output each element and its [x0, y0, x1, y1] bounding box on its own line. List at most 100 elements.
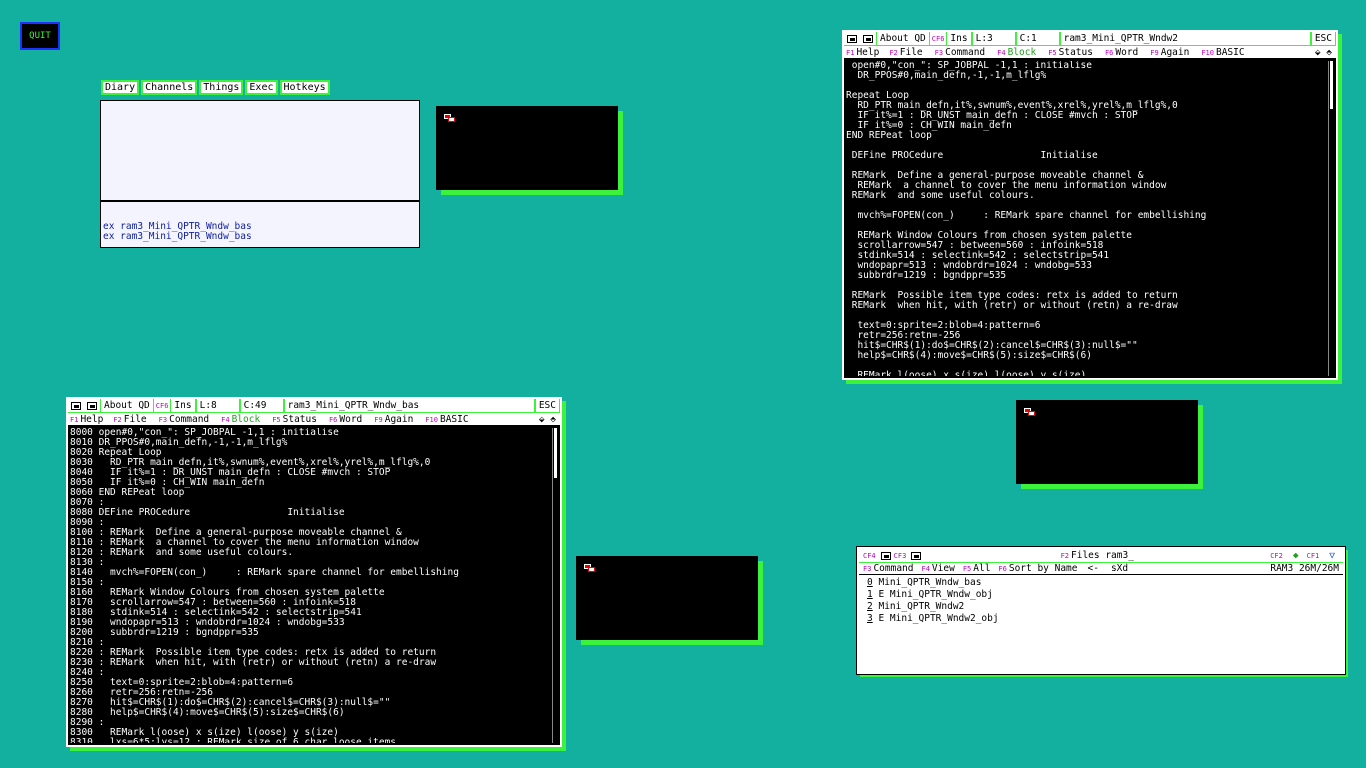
- editor-window[interactable]: About QD CF6 Ins L:8 C:49 ram3_Mini_QPTR…: [66, 397, 562, 747]
- down-arrow-icon[interactable]: ▽: [1329, 550, 1335, 561]
- scroll-arrows-icon[interactable]: ⬙ ⬘: [539, 414, 556, 425]
- code-line: help$=CHR$(4):move$=CHR$(5):size$=CHR$(6…: [846, 350, 1092, 361]
- code-line: subbrdr=1219 : bgndppr=535: [846, 270, 1007, 281]
- code-line: REMark when hit, with (retr) or without …: [846, 300, 1178, 311]
- window-icon[interactable]: [444, 114, 456, 123]
- quit-button[interactable]: QUIT: [20, 22, 60, 50]
- scrollbar[interactable]: [552, 428, 558, 743]
- code-line: 8140 mvch%=FOPEN(con_) : REMark spare ch…: [70, 567, 459, 578]
- window-icon[interactable]: [1024, 408, 1036, 417]
- channel-window[interactable]: [436, 106, 618, 190]
- resize-window-icon[interactable]: [863, 34, 873, 43]
- editor-window[interactable]: About QD CF6 Ins L:3 C:1 ram3_Mini_QPTR_…: [842, 30, 1338, 380]
- file-name: ram3_Mini_QPTR_Wndw_bas: [283, 399, 535, 412]
- scroll-thumb[interactable]: [554, 428, 557, 478]
- menu-item-status[interactable]: F5 Status: [1048, 47, 1093, 58]
- column-indicator: C:49: [239, 399, 284, 412]
- code-line: 8280 help$=CHR$(4):move$=CHR$(5):size$=C…: [70, 707, 345, 718]
- code-line: 8060 END REPeat loop: [70, 487, 185, 498]
- files-menu-sort-by-name[interactable]: F6 Sort by Name: [998, 563, 1077, 574]
- file-item[interactable]: 0 Mini_QPTR_Wndw_bas: [867, 577, 1335, 589]
- cf1-key: CF1: [1306, 551, 1320, 560]
- menu-things[interactable]: Things: [199, 80, 244, 95]
- resize-window-icon[interactable]: [911, 551, 922, 560]
- channel-window[interactable]: [1016, 400, 1198, 484]
- info-divider: [101, 200, 419, 202]
- menu-item-again[interactable]: F9 Again: [1150, 47, 1189, 58]
- menu-item-file[interactable]: F2 File: [113, 414, 146, 425]
- code-line: 8310 lxs=6*5:lys=12 : REMark size of 6 c…: [70, 737, 397, 744]
- menu-item-help[interactable]: F1 Help: [846, 47, 879, 58]
- code-line: 8200 subbrdr=1219 : bgndppr=535: [70, 627, 259, 638]
- resize-window-icon[interactable]: [87, 401, 97, 410]
- file-item[interactable]: 1 E Mini_QPTR_Wndw_obj: [867, 589, 1335, 601]
- leaf-icon[interactable]: ◆: [1293, 550, 1299, 561]
- cf6-key: CF6: [155, 401, 169, 410]
- cf3-key: CF3: [893, 551, 907, 560]
- code-line: END REPeat loop: [846, 130, 932, 141]
- menu-exec[interactable]: Exec: [245, 80, 278, 95]
- menu-item-again[interactable]: F9 Again: [374, 414, 413, 425]
- insert-mode[interactable]: Ins: [946, 32, 972, 45]
- move-window-icon[interactable]: [71, 401, 81, 410]
- files-menu: F3 Command F4 View F5 All F6 Sort by Name <- sXd R…: [859, 563, 1343, 575]
- info-line: ex ram3_Mini_QPTR_Wndw_bas: [103, 231, 252, 242]
- sxd-button[interactable]: sXd: [1111, 563, 1128, 574]
- files-menu-view[interactable]: F4 View: [921, 563, 954, 574]
- cf2-key: CF2: [1270, 551, 1283, 560]
- line-indicator: L:3: [971, 32, 1016, 45]
- file-item[interactable]: 2 Mini_QPTR_Wndw2: [867, 601, 1335, 613]
- editor-menu: F1 Help F2 File F3 Command F4 Block F5 Status F6 Wo…: [68, 412, 560, 425]
- scroll-thumb[interactable]: [1330, 61, 1333, 109]
- menu-item-status[interactable]: F5 Status: [272, 414, 317, 425]
- menu-channels[interactable]: Channels: [141, 80, 198, 95]
- menu-item-word[interactable]: F6 Word: [329, 414, 362, 425]
- files-title: F2 Files ram3_: [924, 550, 1270, 561]
- menu-diary[interactable]: Diary: [101, 80, 140, 95]
- code-line: 8120 : REMark and some useful colours.: [70, 547, 294, 558]
- info-panel: ex ram3_Mini_QPTR_Wndw_bas ex ram3_Mini_…: [100, 100, 420, 248]
- menu-item-word[interactable]: F6 Word: [1105, 47, 1138, 58]
- files-window[interactable]: CF4 CF3 F2 Files ram3_ CF2 ◆ CF1 ▽ F3 Comm…: [856, 546, 1346, 675]
- menu-item-basic[interactable]: F10 BASIC: [425, 414, 468, 425]
- menu-item-command[interactable]: F3 Command: [159, 414, 209, 425]
- code-line: mvch%=FOPEN(con_) : REMark spare channel…: [846, 210, 1207, 221]
- about-button[interactable]: About QD: [100, 399, 154, 412]
- channel-window[interactable]: [576, 556, 758, 640]
- move-window-icon[interactable]: [847, 34, 857, 43]
- file-list: 0 Mini_QPTR_Wndw_bas 1 E Mini_QPTR_Wndw_o…: [859, 575, 1343, 627]
- escape-button[interactable]: ESC: [1310, 32, 1336, 45]
- main-menu: Diary Channels Things Exec Hotkeys: [101, 80, 330, 95]
- move-window-icon[interactable]: [880, 551, 891, 560]
- menu-item-file[interactable]: F2 File: [889, 47, 922, 58]
- menu-item-block[interactable]: F4 Block: [221, 414, 260, 425]
- files-menu-all[interactable]: F5 All: [963, 563, 991, 574]
- files-menu-command[interactable]: F3 Command: [863, 563, 913, 574]
- menu-item-help[interactable]: F1 Help: [70, 414, 103, 425]
- code-line: 8080 DEFine PROCedure Initialise: [70, 507, 345, 518]
- menu-item-command[interactable]: F3 Command: [935, 47, 985, 58]
- insert-mode[interactable]: Ins: [170, 399, 196, 412]
- cf4-key: CF4: [863, 551, 876, 560]
- scroll-arrows-icon[interactable]: ⬙ ⬘: [1315, 47, 1332, 58]
- parent-dir-button[interactable]: <-: [1088, 563, 1099, 574]
- window-icon[interactable]: [584, 564, 596, 573]
- column-indicator: C:1: [1015, 32, 1060, 45]
- code-line: 8230 : REMark when hit, with (retr) or w…: [70, 657, 437, 668]
- line-indicator: L:8: [195, 399, 240, 412]
- code-line: REMark and some useful colours.: [846, 190, 1035, 201]
- about-button[interactable]: About QD: [876, 32, 930, 45]
- code-area[interactable]: 8000 open#0,"con_": SP_JOBPAL -1,1 : ini…: [70, 428, 548, 743]
- menu-item-basic[interactable]: F10 BASIC: [1201, 47, 1244, 58]
- cf6-key: CF6: [931, 34, 945, 43]
- menu-hotkeys[interactable]: Hotkeys: [279, 80, 330, 95]
- code-area[interactable]: open#0,"con_": SP_JOBPAL -1,1 : initiali…: [846, 61, 1324, 376]
- file-item[interactable]: 3 E Mini_QPTR_Wndw2_obj: [867, 613, 1335, 625]
- escape-button[interactable]: ESC: [534, 399, 560, 412]
- code-line: DR_PPOS#0,main_defn,-1,-1,m_lflg%: [846, 70, 1047, 81]
- editor-menu: F1 Help F2 File F3 Command F4 Block F5 Status F6 Wo…: [844, 45, 1336, 58]
- menu-item-block[interactable]: F4 Block: [997, 47, 1036, 58]
- scrollbar[interactable]: [1328, 61, 1334, 376]
- code-line: REMark l(oose) x s(ize) l(oose) y s(ize): [846, 370, 1087, 377]
